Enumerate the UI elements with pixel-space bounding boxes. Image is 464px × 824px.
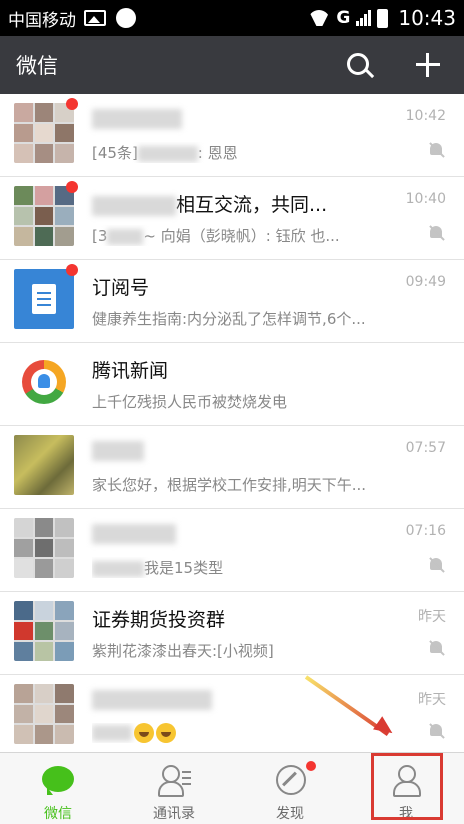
document-icon bbox=[32, 284, 56, 314]
chat-time: 07:16 bbox=[405, 523, 446, 539]
tab-label: 微信 bbox=[44, 806, 72, 822]
unread-dot bbox=[66, 181, 78, 193]
chat-name bbox=[92, 522, 176, 544]
image-notification-icon bbox=[84, 10, 106, 26]
chat-row[interactable]: [45条]: 恩恩 10:42 bbox=[0, 94, 464, 177]
compass-icon bbox=[273, 763, 307, 797]
wifi-icon bbox=[308, 10, 330, 26]
chat-time: 07:57 bbox=[405, 440, 446, 456]
mute-bell-icon bbox=[428, 557, 444, 573]
chat-time: 09:49 bbox=[405, 274, 446, 290]
mute-bell-icon bbox=[428, 225, 444, 241]
chat-name: 相互交流，共同... bbox=[92, 190, 327, 217]
grin-emoji-icon bbox=[156, 723, 176, 743]
chat-preview: [45条]: 恩恩 bbox=[92, 144, 238, 162]
tencent-news-avatar bbox=[14, 352, 74, 412]
grin-emoji-icon bbox=[134, 723, 154, 743]
search-icon[interactable] bbox=[338, 45, 378, 85]
mute-bell-icon bbox=[428, 640, 444, 656]
mute-bell-icon bbox=[428, 723, 444, 739]
chat-row[interactable]: 订阅号 健康养生指南:内分泌乱了怎样调节,6个... 09:49 bbox=[0, 260, 464, 343]
chat-name: 证券期货投资群 bbox=[92, 609, 226, 631]
chat-preview: 紫荆花漆漆出春天:[小视频] bbox=[92, 642, 274, 660]
tab-chats[interactable]: 微信 bbox=[0, 753, 116, 824]
chat-row[interactable]: 腾讯新闻 上千亿残损人民币被焚烧发电 bbox=[0, 343, 464, 426]
contacts-icon bbox=[157, 763, 191, 797]
chat-name bbox=[92, 107, 182, 129]
group-avatar bbox=[14, 103, 74, 163]
unread-dot bbox=[66, 98, 78, 110]
chat-preview: [3 ~ 向娟（彭晓帆）: 钰欣 也... bbox=[92, 227, 340, 245]
chat-preview: 我是15类型 bbox=[92, 557, 223, 578]
discover-badge-dot bbox=[305, 761, 316, 771]
chat-name: 腾讯新闻 bbox=[92, 360, 169, 382]
group-avatar bbox=[14, 186, 74, 246]
chat-list: [45条]: 恩恩 10:42 相互交流，共同... [3 ~ 向娟（彭晓帆）: … bbox=[0, 94, 464, 758]
chat-time: 昨天 bbox=[418, 609, 446, 625]
group-avatar bbox=[14, 684, 74, 744]
chat-row[interactable]: 相互交流，共同... [3 ~ 向娟（彭晓帆）: 钰欣 也... 10:40 bbox=[0, 177, 464, 260]
chat-preview bbox=[92, 723, 176, 743]
add-plus-icon[interactable] bbox=[408, 45, 448, 85]
contact-avatar bbox=[14, 435, 74, 495]
network-type-label: G bbox=[336, 8, 351, 28]
chat-row[interactable]: 证券期货投资群 紫荆花漆漆出春天:[小视频] 昨天 bbox=[0, 592, 464, 675]
chat-time: 10:40 bbox=[405, 191, 446, 207]
tab-discover[interactable]: 发现 bbox=[232, 753, 348, 824]
chat-preview: 健康养生指南:内分泌乱了怎样调节,6个... bbox=[92, 310, 366, 328]
chat-row[interactable]: 家长您好，根据学校工作安排,明天下午... 07:57 bbox=[0, 426, 464, 509]
chat-name: 订阅号 bbox=[92, 277, 150, 299]
annotation-highlight-box bbox=[371, 753, 443, 820]
subscription-avatar bbox=[14, 269, 74, 329]
status-bar: 中国移动 G 10:43 bbox=[0, 0, 464, 36]
unread-dot bbox=[66, 264, 78, 276]
tab-contacts[interactable]: 通讯录 bbox=[116, 753, 232, 824]
battery-icon bbox=[377, 8, 389, 28]
group-avatar bbox=[14, 601, 74, 661]
signal-icon bbox=[356, 10, 372, 26]
clock: 10:43 bbox=[398, 6, 456, 30]
group-avatar bbox=[14, 518, 74, 578]
tab-label: 发现 bbox=[276, 806, 304, 822]
app-header: 微信 bbox=[0, 36, 464, 94]
carrier-label: 中国移动 bbox=[8, 10, 76, 31]
chat-row[interactable]: 昨天 bbox=[0, 675, 464, 758]
tab-label: 通讯录 bbox=[153, 806, 195, 822]
chat-bubble-icon bbox=[41, 763, 75, 797]
page-title: 微信 bbox=[16, 54, 58, 78]
chat-preview: 上千亿残损人民币被焚烧发电 bbox=[92, 393, 288, 411]
status-indicators: G 10:43 bbox=[308, 6, 456, 30]
chat-time: 10:42 bbox=[405, 108, 446, 124]
chat-name bbox=[92, 439, 144, 461]
chat-time: 昨天 bbox=[418, 692, 446, 708]
mute-bell-icon bbox=[428, 142, 444, 158]
chat-row[interactable]: 我是15类型 07:16 bbox=[0, 509, 464, 592]
app-notification-icon bbox=[116, 8, 136, 28]
chat-preview: 家长您好，根据学校工作安排,明天下午... bbox=[92, 476, 367, 494]
chat-name bbox=[92, 688, 212, 710]
